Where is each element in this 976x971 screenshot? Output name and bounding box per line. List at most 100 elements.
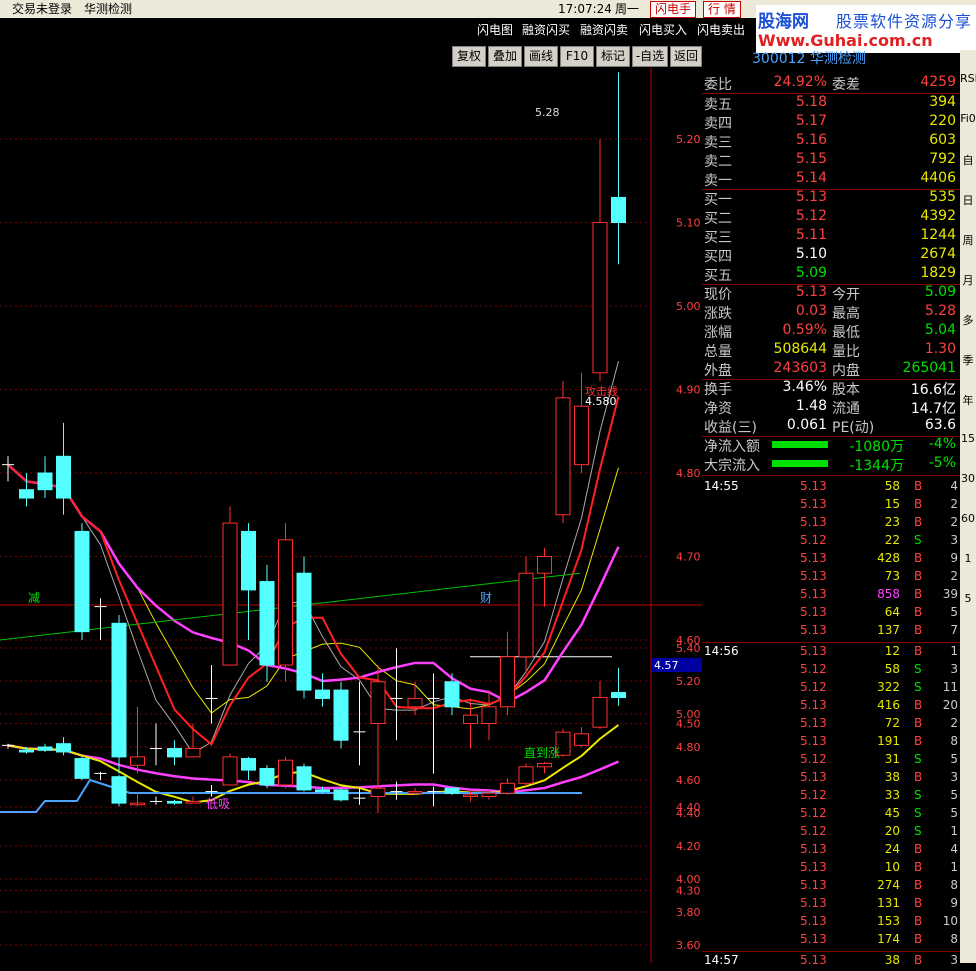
bid-row: 买三 5.11 1244 [702,227,960,246]
high-label: 5.28 [535,106,560,119]
tick-row: 14:56 5.13 12 B 1 [702,644,960,662]
bid-price: 5.09 [795,265,827,281]
tick-volume: 10 [884,860,900,874]
tick-count: 4 [950,479,958,493]
main-candle-body [315,689,330,699]
stat-value: 0.03 [795,303,827,319]
sub-candle-body [333,789,349,801]
sub-candle-body [19,749,34,753]
stat2-value: 3.46% [782,379,827,395]
tick-side: S [914,752,922,766]
menu-flash-buy[interactable]: 闪电买入 [639,21,687,38]
sub-candle-body [407,791,423,794]
bid-row: 买一 5.13 535 [702,189,960,208]
main-y-tick: 4.30 [676,885,701,898]
ask-label: 卖五 [704,97,732,113]
ask-label: 卖三 [704,135,732,151]
bid-row: 买四 5.10 2674 [702,246,960,265]
stat-label-2: 今开 [832,287,860,303]
main-candle-body [481,706,497,724]
tool-restore-rights[interactable]: 复权 [452,46,486,67]
tick-row: 5.13 38 B 3 [702,770,960,788]
strip-item: 60 [961,512,975,525]
tick-volume: 64 [884,605,900,619]
tick-price: 5.13 [800,953,827,967]
strip-item: 多 [962,314,974,327]
tick-count: 7 [950,623,958,637]
ask-vol: 394 [929,94,956,110]
flow-bar [772,441,828,448]
stat-label: 涨幅 [704,325,732,341]
tick-volume: 274 [877,878,900,892]
sub-candle-body [278,759,293,786]
flow-label: 净流入额 [704,439,760,455]
menu-flash-sell[interactable]: 闪电卖出 [697,21,745,38]
tick-count: 8 [950,734,958,748]
tick-volume: 24 [884,842,900,856]
tick-row: 5.13 24 B 4 [702,842,960,860]
tick-price: 5.12 [800,788,827,802]
logo-brand: 股海网 [758,12,809,32]
stat2-value: 0.061 [786,417,827,433]
flow-bar [772,460,828,467]
tick-price: 5.13 [800,698,827,712]
tick-volume: 153 [877,914,900,928]
bid-price: 5.12 [795,208,827,224]
tick-count: 11 [942,680,958,694]
tick-volume: 174 [877,932,900,946]
main-candle-body [555,397,571,516]
tick-row: 5.12 322 S 11 [702,680,960,698]
sub-y-tick: 5.00 [676,708,701,721]
weekday: 周一 [615,2,640,16]
weibi-label: 委比 [704,77,732,93]
strip-item: 自 [962,154,974,167]
strip-item: Fi0 [960,112,976,125]
main-candle-body [518,572,534,658]
tool-draw-line[interactable]: 画线 [524,46,558,67]
tick-side: B [914,479,923,493]
tick-price: 5.12 [800,806,827,820]
tick-volume: 131 [877,896,900,910]
attack-line-value: 4.580 [585,395,617,408]
menu-flash-chart[interactable]: 闪电图 [477,21,513,38]
bid-label: 买二 [704,211,732,227]
main-y-tick: 4.80 [676,467,701,480]
clock: 17:07:24 [558,2,612,16]
tick-side: B [914,914,923,928]
stat-row: 涨幅 0.59% 最低 5.04 [702,322,960,341]
sub-candle-body [611,692,626,698]
main-candle-body [444,681,460,708]
strip-item: 日 [962,194,974,207]
main-candle-body [259,581,275,666]
kline-charts[interactable]: 5.205.105.004.904.804.704.604.504.404.30… [0,68,702,963]
ask-row: 卖五 5.18 394 [702,94,960,113]
sub-y-tick: 4.80 [676,741,701,754]
menu-margin-sell[interactable]: 融资闪卖 [580,21,628,38]
login-status[interactable]: 交易未登录 [12,0,72,18]
quote-button[interactable]: 行 情 [703,1,741,18]
tick-side: B [914,878,923,892]
tick-price: 5.12 [800,752,827,766]
tick-count: 39 [942,587,958,601]
main-candle-body [537,556,552,574]
tool-remove-watchlist[interactable]: -自选 [632,46,668,67]
bid-price: 5.13 [795,189,827,205]
tick-count: 8 [950,932,958,946]
flash-hand-button[interactable]: 闪电手 [650,1,697,18]
tick-price: 5.13 [800,623,827,637]
tool-f10[interactable]: F10 [560,46,594,67]
tool-mark[interactable]: 标记 [596,46,630,67]
tool-back[interactable]: 返回 [670,46,702,67]
flow-value: -1080万 [849,439,904,455]
tick-row: 5.13 274 B 8 [702,878,960,896]
tool-overlay[interactable]: 叠加 [488,46,522,67]
stat-row: 涨跌 0.03 最高 5.28 [702,303,960,322]
stat2-label: 收益(三) [704,420,757,436]
main-y-tick: 5.00 [676,300,701,313]
bid-price: 5.10 [795,246,827,262]
flow-pct: -4% [928,436,956,452]
main-candle-body [222,522,238,666]
main-candle-body [611,196,626,223]
menu-margin-buy[interactable]: 融资闪买 [522,21,570,38]
ask-label: 卖四 [704,116,732,132]
